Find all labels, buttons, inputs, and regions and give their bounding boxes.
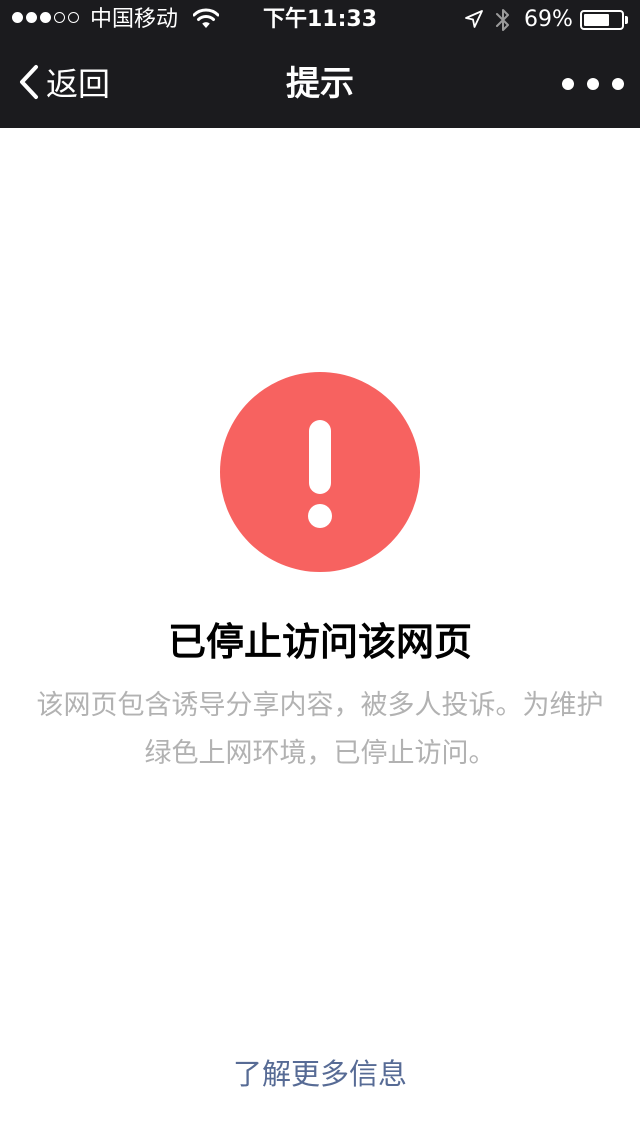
back-button[interactable]: 返回 — [18, 64, 110, 104]
status-bar: 中国移动 下午11:33 69% — [0, 0, 640, 40]
learn-more-link[interactable]: 了解更多信息 — [0, 1052, 640, 1096]
back-label: 返回 — [46, 65, 111, 103]
navigation-bar: 返回 提示 — [0, 40, 640, 128]
description-line-2: 绿色上网环境，已停止访问。 — [144, 738, 496, 769]
exclamation-circle-icon — [220, 372, 420, 572]
top-bar: 中国移动 下午11:33 69% 返回 提示 — [0, 0, 640, 128]
bluetooth-icon — [494, 6, 512, 40]
battery-icon — [580, 10, 628, 30]
page-title: 提示 — [286, 64, 354, 104]
chevron-left-icon — [18, 64, 40, 104]
battery-percentage: 69% — [524, 7, 573, 32]
location-arrow-icon — [464, 9, 484, 35]
more-dots-icon[interactable] — [562, 62, 624, 106]
description-line-1: 该网页包含诱导分享内容，被多人投诉。为维护 — [36, 690, 604, 721]
blocked-headline: 已停止访问该网页 — [167, 620, 472, 664]
blocked-description: 该网页包含诱导分享内容，被多人投诉。为维护 绿色上网环境，已停止访问。 — [24, 682, 616, 778]
